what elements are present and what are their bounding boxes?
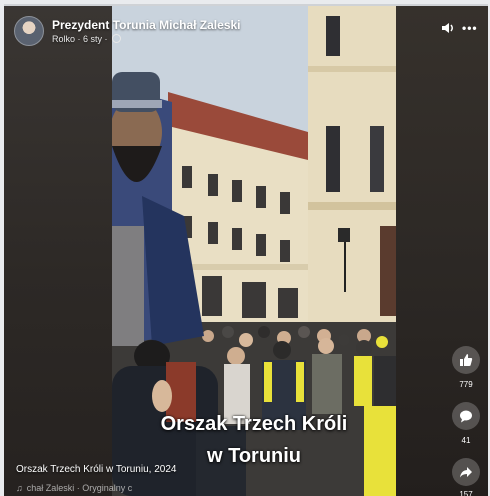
post-meta: Rolko · 6 sty · [52, 34, 122, 44]
blurred-left-panel [4, 6, 116, 496]
audio-attribution[interactable]: ♫ chał Zaleski · Oryginalny c [16, 483, 132, 493]
comment-count: 41 [461, 436, 471, 445]
reel-frame: Prezydent Torunia Michał Zaleski Rolko ·… [4, 4, 488, 496]
page-avatar[interactable] [14, 16, 44, 46]
audio-label: chał Zaleski · Oryginalny c [26, 483, 133, 493]
music-note-icon: ♫ [16, 483, 23, 493]
speaker-icon[interactable] [440, 20, 456, 36]
page-name-link[interactable]: Prezydent Torunia Michał Zaleski [52, 18, 241, 32]
post-author-date: Rolko · 6 sty · [52, 34, 108, 44]
share-arrow-icon [460, 467, 472, 478]
thumbs-up-icon [460, 354, 473, 366]
share-count: 157 [459, 490, 473, 496]
post-caption: Orszak Trzech Króli w Toruniu, 2024 [16, 464, 177, 475]
more-options-icon[interactable]: ••• [462, 22, 480, 34]
like-count: 779 [459, 380, 473, 389]
comment-button[interactable] [452, 402, 480, 430]
globe-icon [112, 34, 122, 43]
comment-icon [460, 410, 472, 423]
share-button[interactable] [452, 458, 480, 486]
like-button[interactable] [452, 346, 480, 374]
video-overlay-title-line1: Orszak Trzech Króli [160, 413, 348, 435]
